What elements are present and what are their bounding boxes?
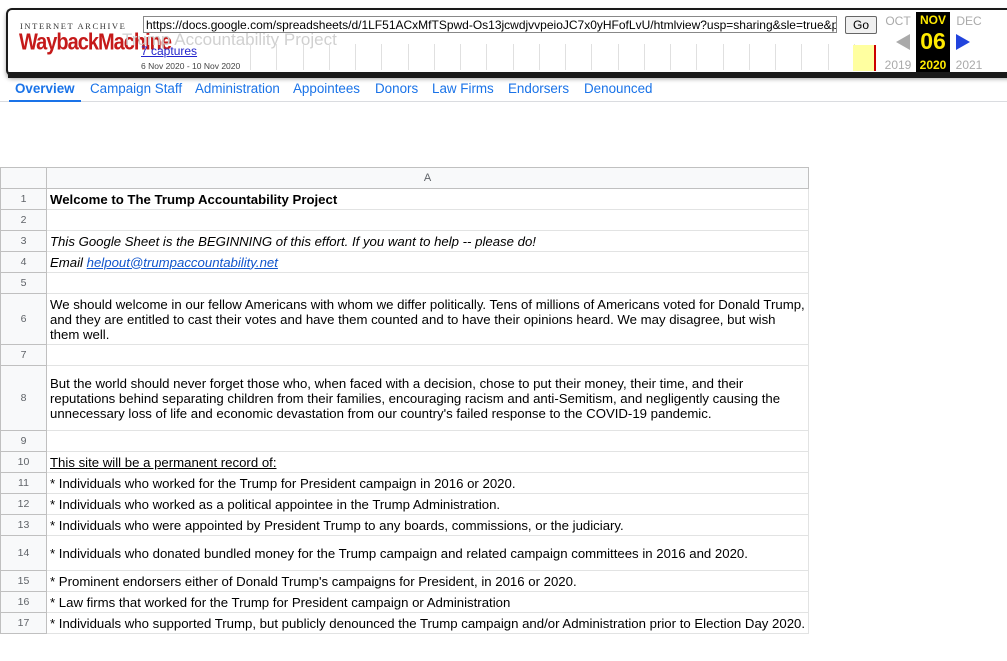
grid-corner[interactable]	[0, 167, 47, 189]
tab-overview[interactable]: Overview	[9, 79, 81, 102]
email-cell[interactable]: Email helpout@trumpaccountability.net	[45, 251, 810, 273]
welcome-title-cell[interactable]: Welcome to The Trump Accountability Proj…	[45, 188, 810, 210]
empty-cell[interactable]	[45, 209, 810, 231]
prev-capture-arrow-icon[interactable]	[896, 34, 910, 50]
empty-cell[interactable]	[45, 430, 810, 452]
capture-sparkline[interactable]	[250, 42, 880, 72]
next-capture-arrow-icon[interactable]	[956, 34, 970, 50]
wayback-toolbar: INTERNET ARCHIVE WaybackMachine Trump Ac…	[0, 0, 1007, 80]
row-number[interactable]: 8	[0, 365, 47, 431]
tab-appointees[interactable]: Appointees	[293, 79, 360, 100]
row-number[interactable]: 10	[0, 451, 47, 473]
sparkline-capture-marker	[874, 45, 876, 71]
tab-law-firms[interactable]: Law Firms	[432, 79, 494, 100]
list-item-cell[interactable]: * Individuals who donated bundled money …	[45, 535, 810, 571]
column-header-a[interactable]: A	[45, 167, 810, 189]
row-number[interactable]: 2	[0, 209, 47, 231]
current-year-label: 2020	[919, 58, 947, 72]
list-item-cell[interactable]: * Individuals who were appointed by Pres…	[45, 514, 810, 536]
sheet-tabs: Overview Campaign Staff Administration A…	[0, 79, 1007, 102]
captures-link[interactable]: 7 captures	[141, 44, 197, 58]
welcome-paragraph-cell[interactable]: We should welcome in our fellow American…	[45, 293, 810, 345]
row-number[interactable]: 11	[0, 472, 47, 494]
tab-denounced[interactable]: Denounced	[584, 79, 653, 100]
tab-endorsers[interactable]: Endorsers	[508, 79, 569, 100]
tab-campaign-staff[interactable]: Campaign Staff	[90, 79, 182, 100]
prev-year-label[interactable]: 2019	[880, 58, 916, 72]
sparkline-current-year-highlight	[853, 45, 875, 71]
list-item-cell[interactable]: * Prominent endorsers either of Donald T…	[45, 570, 810, 592]
empty-cell[interactable]	[45, 272, 810, 294]
tab-administration[interactable]: Administration	[195, 79, 280, 100]
next-month-label[interactable]: DEC	[951, 14, 987, 28]
never-forget-paragraph-cell[interactable]: But the world should never forget those …	[45, 365, 810, 431]
prev-month-label[interactable]: OCT	[880, 14, 916, 28]
list-item-cell[interactable]: * Law firms that worked for the Trump fo…	[45, 591, 810, 613]
current-month-label: NOV	[919, 13, 946, 27]
row-number[interactable]: 7	[0, 344, 47, 366]
next-year-label[interactable]: 2021	[951, 58, 987, 72]
empty-cell[interactable]	[45, 344, 810, 366]
current-day-label: 06	[920, 28, 946, 54]
row-number[interactable]: 9	[0, 430, 47, 452]
wayback-url-input[interactable]: https://docs.google.com/spreadsheets/d/1…	[143, 16, 837, 33]
email-link[interactable]: helpout@trumpaccountability.net	[87, 255, 278, 270]
list-item-cell[interactable]: * Individuals who worked as a political …	[45, 493, 810, 515]
row-number[interactable]: 13	[0, 514, 47, 536]
list-item-cell[interactable]: * Individuals who worked for the Trump f…	[45, 472, 810, 494]
row-number[interactable]: 17	[0, 612, 47, 634]
wayback-toolbar-bottom-bar	[8, 72, 1007, 78]
row-number[interactable]: 16	[0, 591, 47, 613]
go-button[interactable]: Go	[845, 16, 877, 34]
record-heading-cell[interactable]: This site will be a permanent record of:	[45, 451, 810, 473]
row-number[interactable]: 12	[0, 493, 47, 515]
tab-donors[interactable]: Donors	[375, 79, 418, 100]
row-number[interactable]: 14	[0, 535, 47, 571]
email-prefix: Email	[50, 254, 87, 270]
row-number[interactable]: 3	[0, 230, 47, 252]
row-number[interactable]: 4	[0, 251, 47, 273]
row-number[interactable]: 6	[0, 293, 47, 345]
intro-cell[interactable]: This Google Sheet is the BEGINNING of th…	[45, 230, 810, 252]
row-number[interactable]: 5	[0, 272, 47, 294]
row-number[interactable]: 15	[0, 570, 47, 592]
list-item-cell[interactable]: * Individuals who supported Trump, but p…	[45, 612, 810, 634]
spreadsheet-grid: A 1 Welcome to The Trump Accountability …	[0, 167, 810, 634]
row-number[interactable]: 1	[0, 188, 47, 210]
capture-date-range: 6 Nov 2020 - 10 Nov 2020	[141, 61, 241, 71]
